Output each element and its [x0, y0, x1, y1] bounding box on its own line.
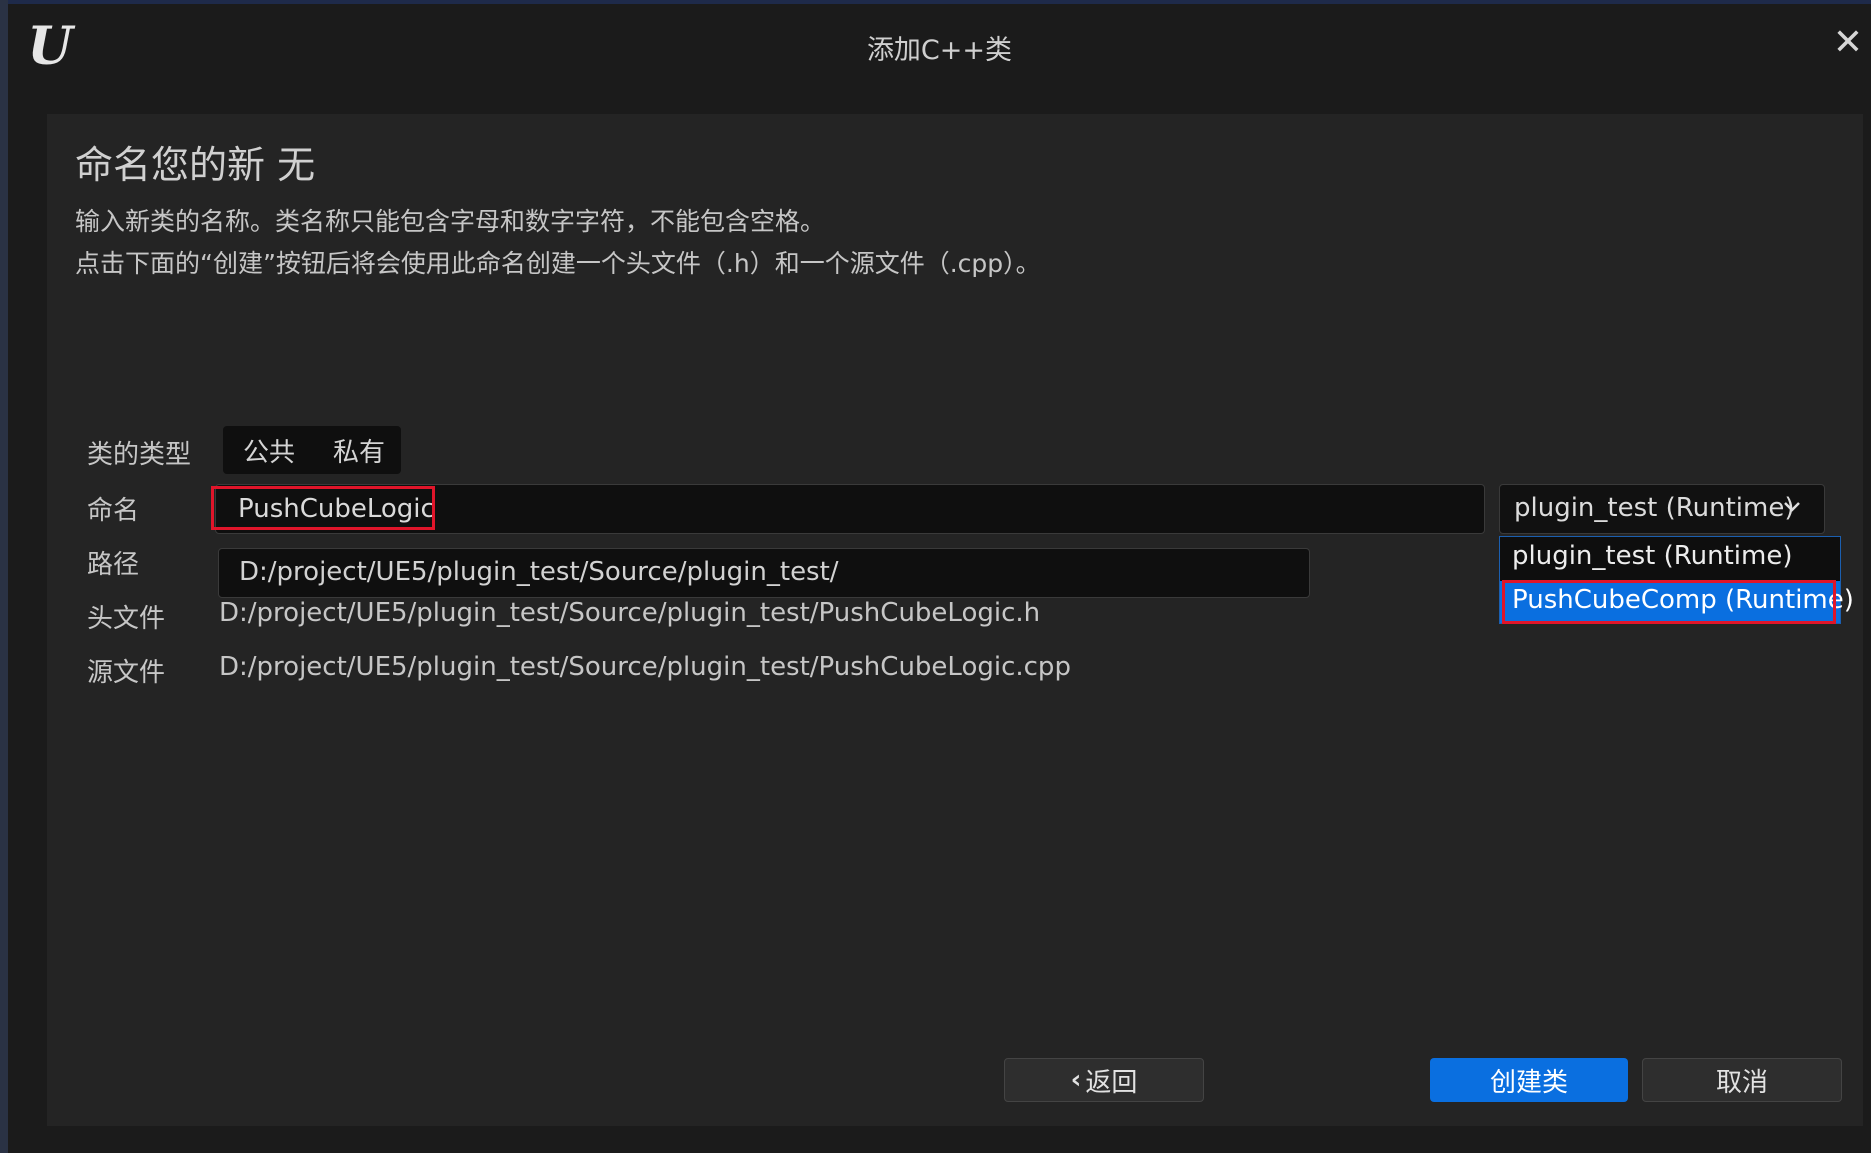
- class-type-private-option[interactable]: 私有: [295, 432, 385, 469]
- source-file-path: D:/project/UE5/plugin_test/Source/plugin…: [219, 652, 1071, 682]
- module-option-plugin-test[interactable]: plugin_test (Runtime): [1500, 537, 1840, 579]
- window-title: 添加C++类: [866, 35, 1013, 66]
- main-panel: 命名您的新 无 输入新类的名称。类名称只能包含字母和数字字符，不能包含空格。 点…: [47, 114, 1863, 1126]
- cancel-button[interactable]: 取消: [1642, 1058, 1842, 1102]
- path-label: 路径: [87, 550, 140, 580]
- back-button[interactable]: ‹ 返回: [1004, 1058, 1204, 1102]
- create-class-button[interactable]: 创建类: [1430, 1058, 1628, 1102]
- class-type-label: 类的类型: [87, 440, 192, 470]
- close-icon[interactable]: ✕: [1831, 25, 1865, 61]
- class-type-public-option[interactable]: 公共: [223, 432, 295, 469]
- header-file-path: D:/project/UE5/plugin_test/Source/plugin…: [219, 598, 1041, 628]
- description-line-1: 输入新类的名称。类名称只能包含字母和数字字符，不能包含空格。: [75, 207, 826, 236]
- path-value[interactable]: D:/project/UE5/plugin_test/Source/plugin…: [239, 557, 839, 587]
- module-option-highlight-box: [1502, 580, 1836, 624]
- left-window-edge: [0, 0, 8, 1153]
- module-option-label: plugin_test (Runtime): [1512, 541, 1793, 571]
- source-file-label: 源文件: [87, 658, 166, 688]
- path-input[interactable]: D:/project/UE5/plugin_test/Source/plugin…: [218, 548, 1310, 598]
- header-file-label: 头文件: [87, 604, 166, 634]
- name-highlight-box: [211, 486, 435, 530]
- title-bar: U 添加C++类 ✕: [8, 4, 1871, 88]
- chevron-left-icon: ‹: [1070, 1065, 1082, 1095]
- name-label: 命名: [87, 496, 140, 526]
- class-type-toggle: 公共 私有: [223, 426, 401, 474]
- module-selected-value: plugin_test (Runtime): [1514, 493, 1795, 523]
- page-title: 命名您的新 无: [75, 143, 316, 187]
- add-cpp-class-dialog: U 添加C++类 ✕ 命名您的新 无 输入新类的名称。类名称只能包含字母和数字字…: [8, 4, 1871, 1153]
- description-line-2: 点击下面的“创建”按钮后将会使用此命名创建一个头文件（.h）和一个源文件（.cp…: [75, 249, 1041, 278]
- module-select[interactable]: plugin_test (Runtime): [1499, 484, 1825, 534]
- chevron-down-icon: [1784, 502, 1800, 512]
- back-button-label: 返回: [1085, 1067, 1138, 1098]
